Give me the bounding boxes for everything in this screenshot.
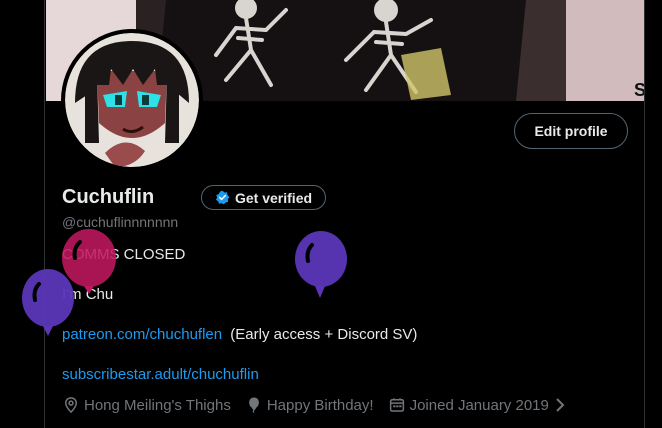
birthday-text: Happy Birthday! [266,396,374,414]
profile-meta-row: Hong Meiling's Thighs Happy Birthday! Jo… [62,396,585,414]
display-name: Cuchuflin [62,186,155,208]
right-sidebar-edge [644,0,662,428]
balloon-purple-left [22,269,74,336]
location-text: Hong Meiling's Thighs [84,396,231,414]
bio-line-subscribestar: subscribestar.adult/chuchuflin [62,366,259,383]
calendar-icon [389,398,404,412]
subscribestar-link[interactable]: subscribestar.adult/chuchuflin [62,366,259,383]
joined-text: Joined January 2019 [409,396,549,414]
bio-line-patreon: patreon.com/chuchuflen (Early access + D… [62,326,417,343]
get-verified-label: Get verified [235,189,313,206]
edit-profile-button[interactable]: Edit profile [514,113,628,149]
balloon-purple-right [295,231,347,298]
svg-text:S: S [634,80,644,100]
left-sidebar-edge [0,0,45,428]
birthday-item: Happy Birthday! [245,396,374,414]
patreon-link[interactable]: patreon.com/chuchuflen [62,326,222,343]
get-verified-button[interactable]: Get verified [201,185,326,210]
location-item: Hong Meiling's Thighs [62,396,231,414]
patreon-link-note: (Early access + Discord SV) [230,326,418,343]
location-icon [64,397,78,414]
verified-badge-icon [215,190,230,205]
balloon-icon [248,397,259,413]
chevron-right-icon[interactable] [553,397,567,413]
profile-avatar[interactable] [61,29,203,171]
joined-item: Joined January 2019 [388,396,571,414]
